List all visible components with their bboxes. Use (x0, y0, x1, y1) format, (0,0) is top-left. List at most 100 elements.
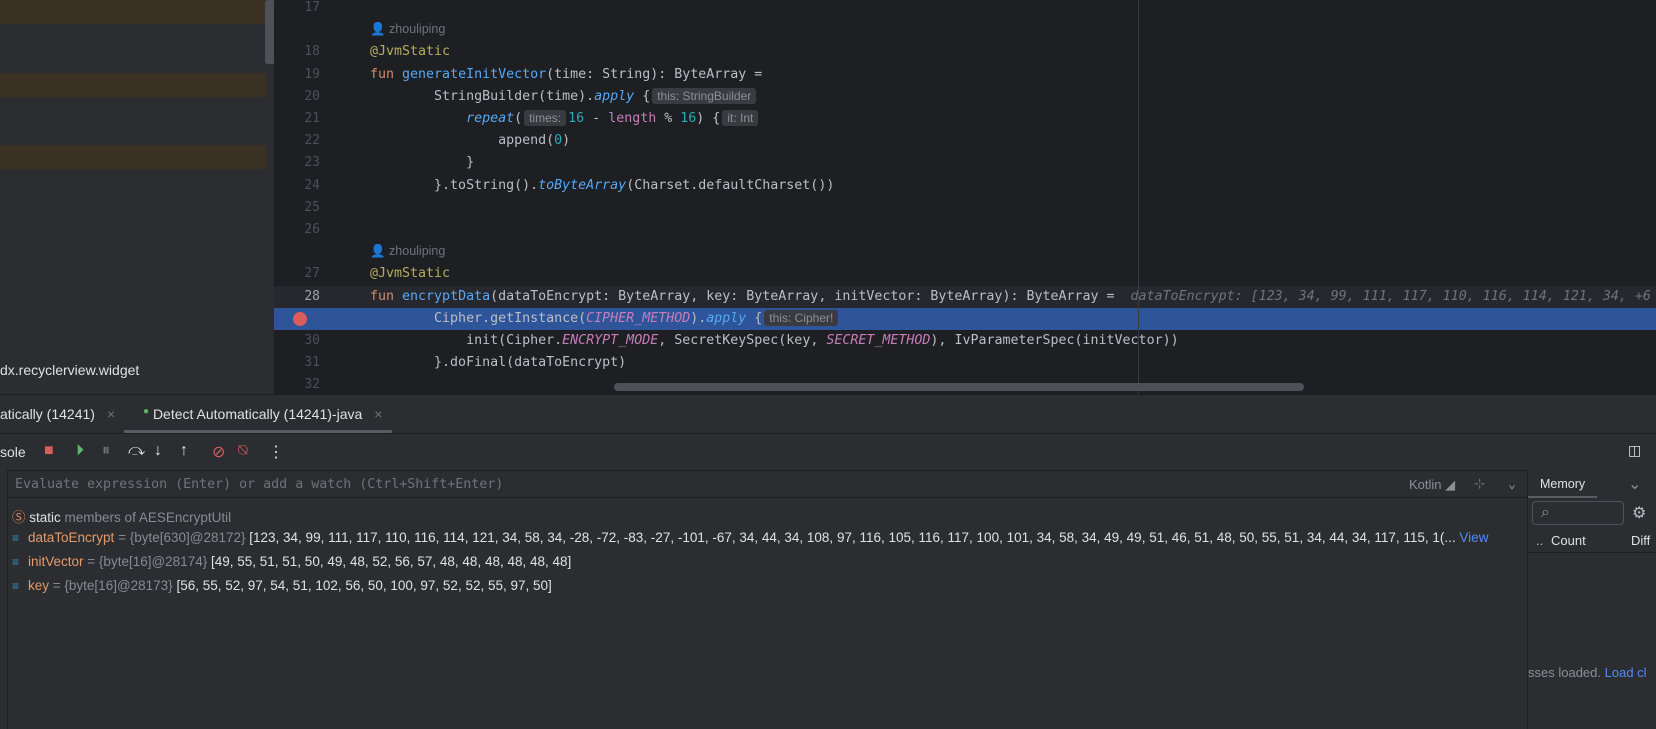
variable-type: {byte[16]@28173} (64, 578, 177, 593)
breakpoint-icon[interactable] (293, 312, 307, 326)
line-number[interactable]: 24 (274, 178, 332, 193)
code-line[interactable]: @JvmStatic (274, 263, 1656, 285)
code-token: }.toString(). (370, 178, 539, 193)
console-tab[interactable]: sole (0, 444, 26, 460)
array-icon: ≡ (12, 555, 20, 569)
code-token: dataToEncrypt: [123, 34, 99, 111, 117, 1… (1130, 289, 1651, 304)
chevron-down-icon[interactable]: ⌄ (1628, 474, 1641, 494)
tab-debug-session[interactable]: atically (14241) × (0, 406, 115, 422)
step-over-icon[interactable]: ⤼ (128, 442, 145, 460)
editor-horizontal-scrollbar[interactable] (614, 383, 1304, 391)
view-breakpoints-icon[interactable]: ⊘ (212, 442, 225, 462)
code-token: repeat (466, 111, 515, 126)
project-panel: dx.recyclerview.widget (0, 0, 275, 394)
line-number[interactable]: 27 (274, 266, 332, 281)
author-hint[interactable]: 👤 zhouliping (274, 241, 1656, 263)
variable-row[interactable]: ≡ dataToEncrypt = {byte[630]@28172} [123,… (12, 530, 1488, 545)
line-number[interactable]: 21 (274, 111, 332, 126)
memory-search-input[interactable]: ⌕ (1532, 501, 1624, 525)
column-diff[interactable]: Diff (1631, 533, 1650, 548)
code-line[interactable] (274, 219, 1656, 241)
gear-icon[interactable]: ⚙ (1632, 503, 1646, 523)
equals: = (49, 578, 65, 593)
code-token: @JvmStatic (370, 266, 451, 281)
view-link[interactable]: View (1456, 530, 1488, 545)
resume-icon[interactable]: ⏵ (76, 442, 84, 460)
variable-name: dataToEncrypt (28, 530, 115, 545)
static-icon: Ⓢ (12, 510, 26, 525)
project-tree-item[interactable]: dx.recyclerview.widget (0, 362, 139, 378)
code-token: } (370, 155, 475, 170)
code-line[interactable] (274, 197, 1656, 219)
step-out-icon[interactable]: ↑ (180, 442, 188, 460)
language-selector[interactable]: Kotlin ◢ (1409, 471, 1455, 498)
code-line[interactable]: Cipher.getInstance(CIPHER_METHOD).apply … (274, 308, 1656, 330)
line-number[interactable]: 30 (274, 333, 332, 348)
line-number[interactable]: 31 (274, 355, 332, 370)
code-line[interactable]: repeat(times: 16 - length % 16) {it: Int (274, 108, 1656, 130)
static-members-row[interactable]: Ⓢ static members of AESEncryptUtil (12, 506, 231, 526)
line-number[interactable]: 28 (274, 289, 332, 304)
tab-memory[interactable]: Memory (1540, 477, 1585, 491)
code-editor[interactable]: 17 👤 zhouliping @JvmStatic 18 fun generateIn… (274, 0, 1656, 394)
column-count[interactable]: Count (1551, 533, 1586, 548)
code-line[interactable]: fun encryptData(dataToEncrypt: ByteArray… (274, 286, 1656, 308)
code-token: StringBuilder(time). (370, 89, 595, 104)
line-number[interactable]: 25 (274, 200, 332, 215)
variable-name: initVector (28, 554, 84, 569)
line-number[interactable]: 26 (274, 222, 332, 237)
chevron-down-icon[interactable]: ⌄ (1508, 471, 1516, 498)
code-token: SECRET_METHOD (826, 333, 931, 348)
code-token: apply (706, 311, 747, 326)
variable-type: {byte[16]@28174} (98, 554, 211, 569)
debug-toolbar: sole ■ ⏵ ⏸ ⤼ ↓ ↑ ⊘ ⍉ ⋮ ◫ (0, 433, 1656, 470)
line-number[interactable]: 32 (274, 377, 332, 392)
layout-icon[interactable]: ◫ (1628, 442, 1641, 459)
variable-row[interactable]: ≡ initVector = {byte[16]@28174} [49, 55, … (12, 554, 571, 569)
code-token: (time: String): ByteArray = (546, 67, 763, 82)
code-token: ), IvParameterSpec(initVector)) (930, 333, 1179, 348)
more-icon[interactable]: ⋮ (268, 442, 284, 462)
code-token: - (584, 111, 609, 126)
line-number[interactable]: 19 (274, 67, 332, 82)
close-icon[interactable]: × (107, 406, 115, 422)
code-token: 16 (680, 111, 697, 126)
stop-icon[interactable]: ■ (44, 442, 54, 460)
close-icon[interactable]: × (374, 406, 382, 422)
add-watch-icon[interactable]: ⊹ (1474, 471, 1485, 498)
code-line[interactable]: StringBuilder(time).apply {this: StringB… (274, 86, 1656, 108)
evaluate-expression-input[interactable]: Evaluate expression (Enter) or add a wat… (8, 470, 1527, 498)
frames-panel-edge (0, 470, 8, 729)
active-tab-indicator (1528, 496, 1597, 498)
line-number[interactable]: 20 (274, 89, 332, 104)
code-line[interactable]: @JvmStatic (274, 41, 1656, 63)
code-author[interactable]: 👤 zhouliping (370, 22, 445, 36)
tab-debug-session-java[interactable]: ● Detect Automatically (14241)-java × (143, 406, 382, 422)
right-margin-guide (1138, 0, 1139, 394)
line-number[interactable]: 22 (274, 133, 332, 148)
code-token: apply (594, 89, 635, 104)
code-line[interactable]: init(Cipher.ENCRYPT_MODE, SecretKeySpec(… (274, 330, 1656, 352)
line-number[interactable]: 23 (274, 155, 332, 170)
code-line[interactable]: fun generateInitVector(time: String): By… (274, 64, 1656, 86)
code-line[interactable]: }.doFinal(dataToEncrypt) (274, 352, 1656, 374)
pause-icon[interactable]: ⏸ (102, 442, 110, 460)
column-class[interactable]: .. (1536, 533, 1543, 548)
mute-breakpoints-icon[interactable]: ⍉ (238, 442, 248, 460)
code-author[interactable]: 👤 zhouliping (370, 244, 445, 258)
line-number[interactable]: 17 (274, 0, 332, 15)
code-token: @JvmStatic (370, 44, 451, 59)
load-classes-link[interactable]: Load cl (1605, 665, 1647, 680)
code-line[interactable]: } (274, 152, 1656, 174)
author-hint[interactable]: 👤 zhouliping (274, 19, 1656, 41)
code-token: }.doFinal(dataToEncrypt) (370, 355, 627, 370)
code-line[interactable] (274, 0, 1656, 19)
variable-row[interactable]: ≡ key = {byte[16]@28173} [56, 55, 52, 97,… (12, 578, 552, 593)
step-into-icon[interactable]: ↓ (154, 442, 162, 460)
code-line[interactable]: }.toString().toByteArray(Charset.default… (274, 175, 1656, 197)
variable-value: [49, 55, 51, 51, 50, 49, 48, 52, 56, 57,… (210, 554, 572, 569)
line-number[interactable]: 18 (274, 44, 332, 59)
code-line[interactable]: append(0) (274, 130, 1656, 152)
code-token: init(Cipher. (370, 333, 563, 348)
inlay-hint: this: StringBuilder (652, 88, 757, 104)
